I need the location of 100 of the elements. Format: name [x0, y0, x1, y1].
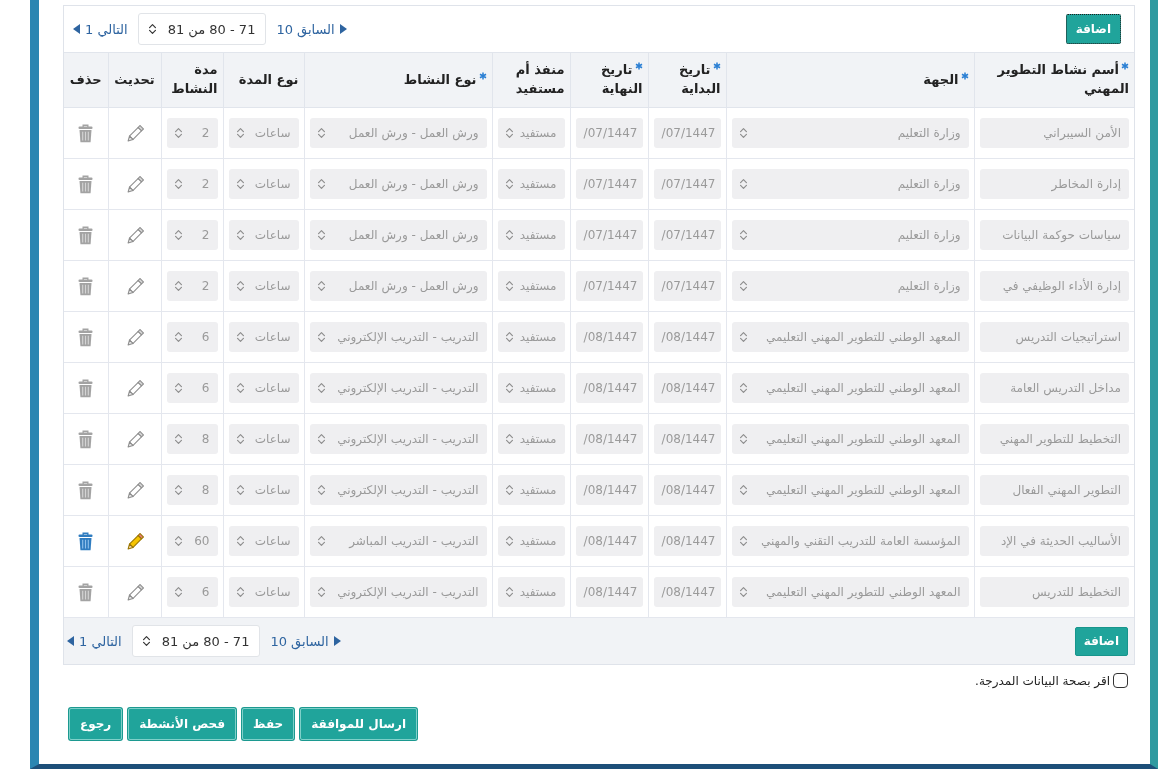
- duration-number-field[interactable]: 8: [166, 475, 218, 505]
- provider-beneficiary-select[interactable]: مستفيد: [497, 475, 565, 505]
- end-date-field[interactable]: /07/1447: [575, 271, 643, 301]
- trash-icon[interactable]: [78, 583, 94, 602]
- trash-icon[interactable]: [78, 226, 94, 245]
- pencil-icon[interactable]: [125, 532, 144, 551]
- confirmation-checkbox[interactable]: [1113, 673, 1128, 688]
- entity-select[interactable]: المعهد الوطني للتطوير المهني التعليمي: [731, 373, 969, 403]
- duration-type-select[interactable]: ساعات: [228, 169, 299, 199]
- duration-type-select[interactable]: ساعات: [228, 526, 299, 556]
- end-date-field[interactable]: /07/1447: [575, 118, 643, 148]
- trash-icon[interactable]: [78, 124, 94, 143]
- duration-number-field[interactable]: 8: [166, 424, 218, 454]
- next-page-link[interactable]: التالي 1: [73, 21, 128, 37]
- duration-number-field[interactable]: 2: [166, 220, 218, 250]
- duration-number-field[interactable]: 2: [166, 271, 218, 301]
- activity-name-field[interactable]: الأساليب الحديثة في الإد: [979, 526, 1129, 556]
- provider-beneficiary-select[interactable]: مستفيد: [497, 118, 565, 148]
- duration-type-select[interactable]: ساعات: [228, 118, 299, 148]
- duration-number-field[interactable]: 2: [166, 169, 218, 199]
- activity-name-field[interactable]: التخطيط للتطوير المهني: [979, 424, 1129, 454]
- pencil-icon[interactable]: [125, 328, 144, 347]
- pencil-icon[interactable]: [125, 379, 144, 398]
- end-date-field[interactable]: /08/1447: [575, 577, 643, 607]
- duration-type-select[interactable]: ساعات: [228, 322, 299, 352]
- end-date-field[interactable]: /08/1447: [575, 322, 643, 352]
- provider-beneficiary-select[interactable]: مستفيد: [497, 271, 565, 301]
- provider-beneficiary-select[interactable]: مستفيد: [497, 526, 565, 556]
- duration-type-select[interactable]: ساعات: [228, 577, 299, 607]
- start-date-field[interactable]: /08/1447: [653, 424, 721, 454]
- entity-select[interactable]: وزارة التعليم: [731, 220, 969, 250]
- activity-name-field[interactable]: إدارة المخاطر: [979, 169, 1129, 199]
- duration-number-field[interactable]: 6: [166, 373, 218, 403]
- entity-select[interactable]: المعهد الوطني للتطوير المهني التعليمي: [731, 322, 969, 352]
- activity-type-select[interactable]: التدريب - التدريب المباشر: [309, 526, 487, 556]
- activity-type-select[interactable]: ورش العمل - ورش العمل: [309, 220, 487, 250]
- start-date-field[interactable]: /08/1447: [653, 526, 721, 556]
- activity-name-field[interactable]: استراتيجيات التدريس: [979, 322, 1129, 352]
- start-date-field[interactable]: /08/1447: [653, 322, 721, 352]
- activity-type-select[interactable]: ورش العمل - ورش العمل: [309, 271, 487, 301]
- trash-icon[interactable]: [78, 379, 94, 398]
- entity-select[interactable]: المعهد الوطني للتطوير المهني التعليمي: [731, 424, 969, 454]
- add-button[interactable]: اضافة: [1074, 626, 1128, 656]
- pencil-icon[interactable]: [125, 277, 144, 296]
- next-page-link[interactable]: التالي 1: [67, 633, 122, 649]
- duration-number-field[interactable]: 6: [166, 577, 218, 607]
- previous-page-link[interactable]: السابق 10: [270, 633, 341, 649]
- activity-name-field[interactable]: الأمن السيبراني: [979, 118, 1129, 148]
- trash-icon[interactable]: [78, 328, 94, 347]
- check-activities-button[interactable]: فحص الأنشطة: [128, 708, 237, 740]
- trash-icon[interactable]: [78, 481, 94, 500]
- activity-name-field[interactable]: التطوير المهني الفعال: [979, 475, 1129, 505]
- start-date-field[interactable]: /07/1447: [653, 118, 721, 148]
- start-date-field[interactable]: /07/1447: [653, 220, 721, 250]
- entity-select[interactable]: وزارة التعليم: [731, 118, 969, 148]
- provider-beneficiary-select[interactable]: مستفيد: [497, 220, 565, 250]
- duration-number-field[interactable]: 2: [166, 118, 218, 148]
- activity-name-field[interactable]: التخطيط للتدريس: [979, 577, 1129, 607]
- provider-beneficiary-select[interactable]: مستفيد: [497, 322, 565, 352]
- end-date-field[interactable]: /08/1447: [575, 424, 643, 454]
- provider-beneficiary-select[interactable]: مستفيد: [497, 373, 565, 403]
- entity-select[interactable]: وزارة التعليم: [731, 271, 969, 301]
- pencil-icon[interactable]: [125, 583, 144, 602]
- start-date-field[interactable]: /08/1447: [653, 373, 721, 403]
- activity-type-select[interactable]: التدريب - التدريب الإلكتروني: [309, 373, 487, 403]
- start-date-field[interactable]: /08/1447: [653, 577, 721, 607]
- pencil-icon[interactable]: [125, 124, 144, 143]
- pencil-icon[interactable]: [125, 430, 144, 449]
- activity-type-select[interactable]: التدريب - التدريب الإلكتروني: [309, 322, 487, 352]
- page-range-select[interactable]: 71 - 80 من 81: [137, 13, 267, 45]
- provider-beneficiary-select[interactable]: مستفيد: [497, 577, 565, 607]
- end-date-field[interactable]: /07/1447: [575, 220, 643, 250]
- entity-select[interactable]: المؤسسة العامة للتدريب التقني والمهني: [731, 526, 969, 556]
- back-button[interactable]: رجوع: [69, 708, 123, 740]
- pencil-icon[interactable]: [125, 481, 144, 500]
- trash-icon[interactable]: [78, 277, 94, 296]
- duration-number-field[interactable]: 6: [166, 322, 218, 352]
- submit-for-approval-button[interactable]: ارسال للموافقة: [300, 708, 417, 740]
- activity-name-field[interactable]: إدارة الأداء الوظيفي في: [979, 271, 1129, 301]
- pencil-icon[interactable]: [125, 175, 144, 194]
- end-date-field[interactable]: /08/1447: [575, 475, 643, 505]
- trash-icon[interactable]: [78, 175, 94, 194]
- duration-type-select[interactable]: ساعات: [228, 271, 299, 301]
- activity-name-field[interactable]: سياسات حوكمة البيانات: [979, 220, 1129, 250]
- duration-number-field[interactable]: 60: [166, 526, 218, 556]
- pencil-icon[interactable]: [125, 226, 144, 245]
- trash-icon[interactable]: [78, 532, 94, 551]
- activity-name-field[interactable]: مداخل التدريس العامة: [979, 373, 1129, 403]
- duration-type-select[interactable]: ساعات: [228, 475, 299, 505]
- trash-icon[interactable]: [78, 430, 94, 449]
- provider-beneficiary-select[interactable]: مستفيد: [497, 424, 565, 454]
- entity-select[interactable]: المعهد الوطني للتطوير المهني التعليمي: [731, 577, 969, 607]
- duration-type-select[interactable]: ساعات: [228, 220, 299, 250]
- entity-select[interactable]: وزارة التعليم: [731, 169, 969, 199]
- start-date-field[interactable]: /07/1447: [653, 271, 721, 301]
- duration-type-select[interactable]: ساعات: [228, 373, 299, 403]
- end-date-field[interactable]: /08/1447: [575, 373, 643, 403]
- previous-page-link[interactable]: السابق 10: [276, 21, 347, 37]
- save-button[interactable]: حفظ: [242, 708, 295, 740]
- start-date-field[interactable]: /08/1447: [653, 475, 721, 505]
